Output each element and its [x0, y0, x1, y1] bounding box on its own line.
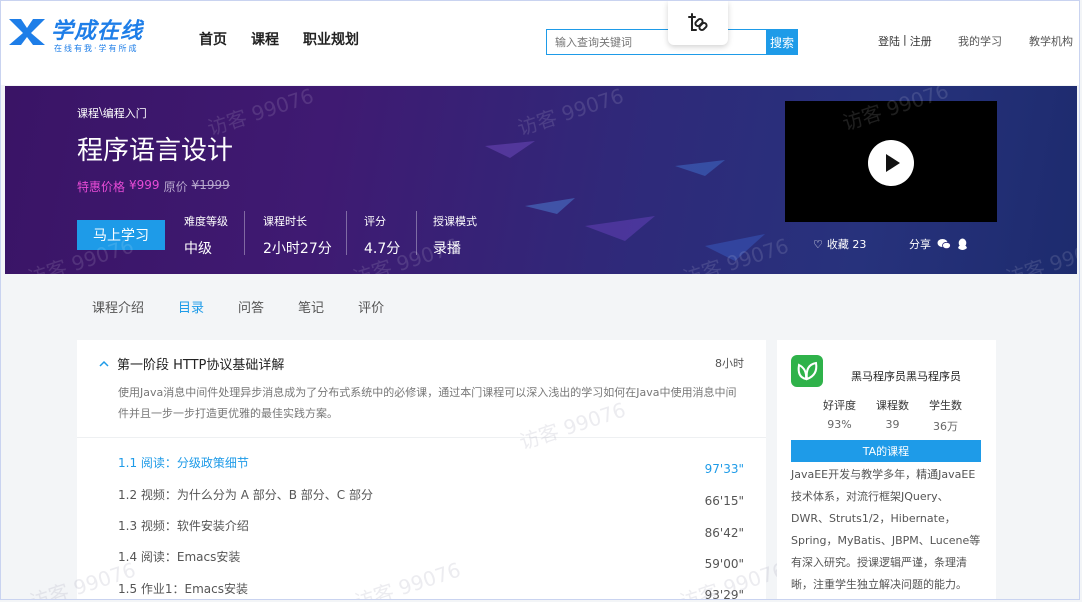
stat-label: 好评度 [823, 399, 856, 412]
register-link[interactable]: 注册 [910, 33, 932, 49]
share-label: 分享 [909, 238, 931, 251]
auth-separator: | [903, 33, 907, 46]
video-player[interactable] [785, 101, 997, 222]
play-icon[interactable] [868, 140, 914, 186]
price-original: ¥1999 [191, 178, 230, 192]
favorite-label: 收藏 23 [826, 238, 867, 251]
stat-duration: 课程时长 2小时27分 [263, 213, 332, 258]
stat-value: 2小时27分 [263, 241, 332, 257]
divider [77, 437, 766, 438]
link-popup[interactable] [668, 1, 728, 45]
tab-intro[interactable]: 课程介绍 [92, 297, 144, 316]
breadcrumb-courses[interactable]: 课程 [77, 105, 99, 121]
lesson-time: 93'29" [704, 588, 744, 600]
start-learning-button[interactable]: 马上学习 [77, 220, 165, 250]
lesson-item[interactable]: 1.1 阅读：分级政策细节 [118, 454, 249, 471]
lesson-time: 97'33" [704, 462, 744, 476]
stat-rating: 评分 4.7分 [364, 213, 400, 258]
main-nav: 首页 课程 职业规划 [199, 29, 359, 49]
price-line: 特惠价格 ¥999 原价 ¥1999 [77, 178, 230, 195]
tab-reviews[interactable]: 评价 [358, 297, 384, 316]
stat-value: 中级 [184, 241, 212, 257]
banner-decoration [485, 141, 765, 261]
chapter-title: 第一阶段 HTTP协议基础详解 [117, 358, 285, 373]
stat-label: 课程数 [876, 399, 909, 412]
teacher-bio: JavaEE开发与教学多年，精通JavaEE技术体系，对流行框架JQuery、D… [791, 468, 981, 591]
stat-label: 课程时长 [263, 215, 307, 228]
top-header: 学成在线 在线有我·学有所成 首页 课程 职业规划 搜索 登陆 | 注册 我的学… [1, 1, 1079, 85]
breadcrumb-category[interactable]: 编程入门 [103, 105, 147, 121]
price-label: 特惠价格 [77, 180, 126, 194]
stat-value: 36万 [933, 420, 958, 433]
my-study-link[interactable]: 我的学习 [958, 33, 1002, 49]
chapter-duration: 8小时 [715, 357, 744, 370]
stat-divider [346, 211, 347, 255]
teacher-courses-button[interactable]: TA的课程 [791, 440, 981, 462]
tab-catalog[interactable]: 目录 [178, 297, 204, 316]
chapter-description: 使用Java消息中间件处理异步消息成为了分布式系统中的必修课，通过本门课程可以深… [118, 386, 737, 420]
stat-difficulty: 难度等级 中级 [184, 213, 228, 258]
watermark: 访客 99076 [1002, 233, 1077, 274]
stat-divider [416, 211, 417, 255]
link-icon [688, 13, 708, 32]
teacher-stats: 好评度 93% 课程数 39 学生数 36万 [813, 397, 972, 434]
stat-mode: 授课模式 录播 [433, 213, 477, 258]
lesson-item[interactable]: 1.5 作业1：Emacs安装 [118, 580, 248, 597]
search-input[interactable] [546, 29, 766, 55]
tab-qa[interactable]: 问答 [238, 297, 264, 316]
leaf-logo-icon [797, 361, 818, 381]
lesson-item[interactable]: 1.4 阅读：Emacs安装 [118, 548, 240, 565]
stat-value: 39 [885, 418, 900, 431]
course-title: 程序语言设计 [77, 136, 234, 166]
chevron-up-icon[interactable] [99, 360, 109, 367]
lesson-time: 86'42" [704, 526, 744, 540]
share-group: 分享 [909, 236, 968, 252]
heart-icon: ♡ [813, 237, 823, 251]
teaching-org-link[interactable]: 教学机构 [1029, 33, 1073, 49]
chapter-header[interactable]: 第一阶段 HTTP协议基础详解 [99, 354, 284, 373]
search-button[interactable]: 搜索 [766, 29, 798, 55]
price-original-label: 原价 [163, 180, 188, 194]
teacher-stat-courses: 课程数 39 [866, 397, 919, 434]
price-current: ¥999 [129, 178, 160, 192]
qq-icon[interactable] [957, 238, 968, 251]
stat-label: 学生数 [929, 399, 962, 412]
logo-slogan: 在线有我·学有所成 [54, 44, 139, 53]
stat-value: 4.7分 [364, 241, 401, 257]
stat-divider [244, 211, 245, 255]
stat-value: 录播 [433, 241, 461, 257]
stat-label: 评分 [364, 215, 386, 228]
nav-home[interactable]: 首页 [199, 29, 227, 49]
login-link[interactable]: 登陆 [878, 33, 900, 49]
auth-links: 登陆 | 注册 [878, 33, 932, 49]
stat-value: 93% [827, 418, 852, 431]
teacher-name: 黑马程序员黑马程序员 [851, 370, 961, 383]
breadcrumb: 课程 \ 编程入门 [77, 105, 147, 121]
teacher-stat-students: 学生数 36万 [919, 397, 972, 434]
lesson-time: 59'00" [704, 557, 744, 571]
nav-career[interactable]: 职业规划 [303, 29, 359, 49]
watermark: 访客 99076 [351, 557, 464, 600]
favorite-button[interactable]: ♡ 收藏 23 [813, 236, 866, 252]
logo-mark-icon [9, 19, 45, 45]
catalog-panel: 第一阶段 HTTP协议基础详解 8小时 使用Java消息中间件处理异步消息成为了… [26, 340, 788, 600]
stat-label: 授课模式 [433, 215, 477, 228]
logo-text: 学成在线 [51, 19, 144, 44]
site-logo[interactable]: 学成在线 在线有我·学有所成 [7, 13, 157, 59]
lesson-time: 66'15" [704, 494, 744, 508]
wechat-icon[interactable] [937, 238, 951, 250]
avatar[interactable] [791, 355, 823, 387]
lesson-item[interactable]: 1.2 视频：为什么分为 A 部分、B 部分、C 部分 [118, 486, 373, 503]
teacher-stat-rating: 好评度 93% [813, 397, 866, 434]
page: 学成在线 在线有我·学有所成 首页 课程 职业规划 搜索 登陆 | 注册 我的学… [0, 0, 1080, 600]
lesson-item[interactable]: 1.3 视频：软件安装介绍 [118, 517, 249, 534]
stat-label: 难度等级 [184, 215, 228, 228]
course-banner: 课程 \ 编程入门 程序语言设计 特惠价格 ¥999 原价 ¥1999 马上学习… [5, 86, 1077, 274]
course-tabs: 课程介绍 目录 问答 笔记 评价 [92, 297, 418, 316]
tab-notes[interactable]: 笔记 [298, 297, 324, 316]
teacher-card: 黑马程序员黑马程序员 好评度 93% 课程数 39 学生数 36万 TA的课程 … [777, 340, 996, 599]
nav-courses[interactable]: 课程 [251, 29, 279, 49]
